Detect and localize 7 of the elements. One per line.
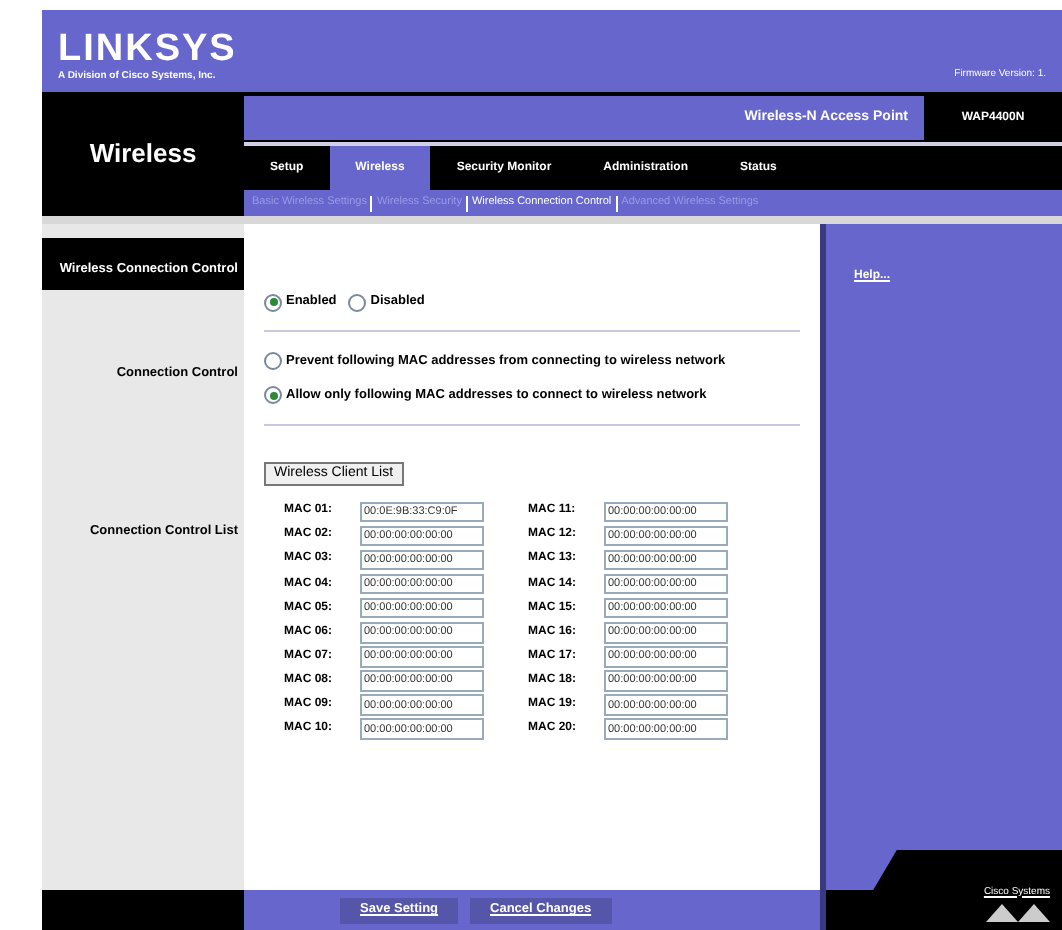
bridge-icon <box>986 900 1050 922</box>
radio-button[interactable] <box>264 386 282 405</box>
radio-button[interactable] <box>264 352 282 371</box>
radio-button[interactable] <box>348 293 367 311</box>
section-title: Wireless <box>89 136 197 173</box>
logo: LINKSYS <box>58 30 237 68</box>
radio-button[interactable] <box>264 293 282 311</box>
